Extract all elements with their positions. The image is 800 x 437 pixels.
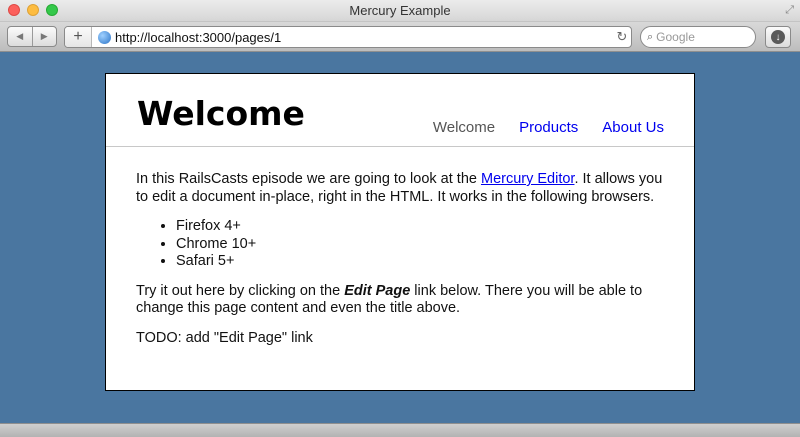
page-title: Welcome (137, 94, 305, 133)
browser-list: Firefox 4+ Chrome 10+ Safari 5+ (136, 218, 664, 271)
window-titlebar: Mercury Example ⤢ (0, 0, 800, 22)
reload-icon[interactable]: ↻ (613, 29, 631, 45)
browser-toolbar: ◀ ▶ + http://localhost:3000/pages/1 ↻ ⌕ … (0, 22, 800, 52)
page-container: Welcome Welcome Products About Us In thi… (105, 73, 695, 391)
back-arrow-icon[interactable]: ◀ (8, 27, 32, 46)
page-header: Welcome Welcome Products About Us (106, 74, 694, 147)
search-placeholder: Google (656, 30, 695, 44)
edit-page-emphasis: Edit Page (344, 282, 411, 299)
nav-item-about-us[interactable]: About Us (602, 119, 664, 136)
magnifier-icon: ⌕ (647, 30, 654, 43)
nav-item-products[interactable]: Products (519, 119, 578, 136)
nav-item-welcome: Welcome (432, 119, 496, 136)
window-title: Mercury Example (349, 3, 451, 18)
plus-icon[interactable]: + (65, 27, 92, 47)
zoom-window-button[interactable] (46, 4, 58, 16)
fullscreen-icon[interactable]: ⤢ (785, 3, 794, 17)
address-bar[interactable]: + http://localhost:3000/pages/1 ↻ (64, 26, 632, 48)
url-text[interactable]: http://localhost:3000/pages/1 (115, 30, 613, 45)
list-item: Safari 5+ (176, 253, 664, 271)
forward-arrow-icon[interactable]: ▶ (31, 27, 57, 46)
close-window-button[interactable] (8, 4, 20, 16)
window-controls (8, 4, 58, 16)
download-icon: ↓ (771, 30, 785, 44)
try-it-paragraph: Try it out here by clicking on the Edit … (136, 283, 664, 318)
todo-paragraph: TODO: add "Edit Page" link (136, 329, 313, 346)
mercury-editor-link[interactable]: Mercury Editor (481, 171, 574, 187)
globe-icon (98, 30, 111, 44)
window-bottom-bar (0, 423, 800, 437)
downloads-button[interactable]: ↓ (765, 26, 791, 48)
intro-paragraph: In this RailsCasts episode we are going … (136, 171, 664, 206)
intro-text-before: In this RailsCasts episode we are going … (136, 171, 481, 187)
list-item: Chrome 10+ (176, 236, 664, 254)
minimize-window-button[interactable] (27, 4, 39, 16)
try-it-text-before: Try it out here by clicking on the (136, 282, 345, 299)
back-forward-group: ◀ ▶ (7, 26, 57, 47)
page-content: In this RailsCasts episode we are going … (106, 147, 694, 347)
list-item: Firefox 4+ (176, 218, 664, 236)
site-nav: Welcome Products About Us (433, 119, 664, 136)
search-field[interactable]: ⌕ Google (640, 26, 756, 48)
